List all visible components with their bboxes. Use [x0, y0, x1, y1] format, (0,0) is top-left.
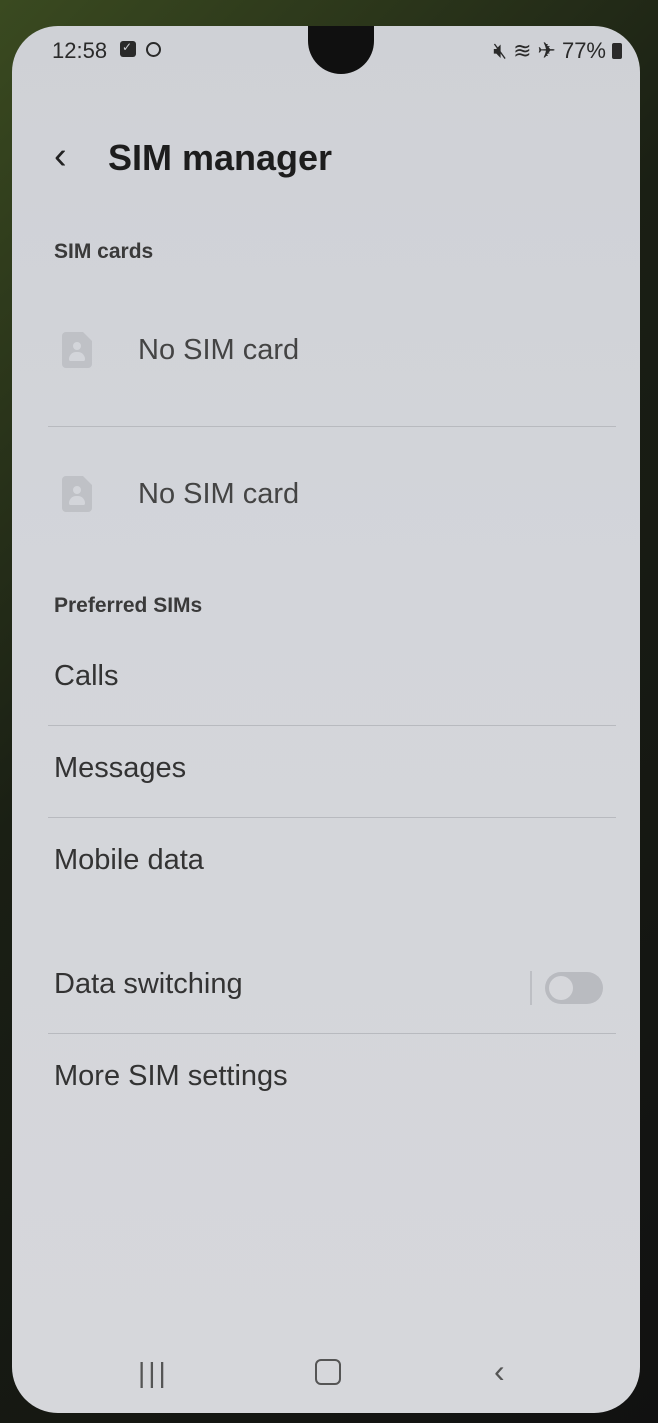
- more-sim-settings-item[interactable]: More SIM settings: [54, 1060, 288, 1093]
- data-switching-item[interactable]: Data switching: [54, 968, 243, 1001]
- divider: [48, 1033, 616, 1034]
- navigation-bar: ||| ‹: [12, 1333, 640, 1413]
- messages-item[interactable]: Messages: [54, 752, 186, 785]
- sim-card-row-1[interactable]: No SIM card: [12, 302, 640, 402]
- sim-card-icon: [62, 476, 92, 512]
- sim-card-icon: [62, 332, 92, 368]
- page-title: SIM manager: [108, 137, 333, 178]
- airplane-icon: ✈︎: [537, 38, 556, 63]
- status-left-icons: [120, 40, 161, 57]
- data-switching-toggle[interactable]: [545, 972, 603, 1004]
- calls-item[interactable]: Calls: [54, 660, 118, 693]
- header: ‹ SIM manager: [12, 136, 640, 196]
- status-bar: 12:58 🔇︎ ≋ ✈︎ 77%: [12, 38, 640, 68]
- divider: [48, 817, 616, 818]
- recent-apps-icon[interactable]: |||: [138, 1357, 169, 1389]
- phone-frame: 12:58 🔇︎ ≋ ✈︎ 77% ‹ SIM manager SIM card…: [0, 0, 658, 1423]
- screen: 12:58 🔇︎ ≋ ✈︎ 77% ‹ SIM manager SIM card…: [12, 26, 640, 1413]
- sim-card-label: No SIM card: [138, 478, 300, 510]
- chevron-left-icon[interactable]: ‹: [54, 136, 67, 176]
- sim-card-row-2[interactable]: No SIM card: [12, 446, 640, 546]
- battery-percent: 77%: [561, 38, 606, 63]
- mobile-data-item[interactable]: Mobile data: [54, 844, 204, 877]
- status-time: 12:58: [52, 38, 108, 63]
- status-right-icons: 🔇︎ ≋ ✈︎ 77%: [493, 38, 622, 64]
- mute-icon: 🔇︎: [493, 38, 508, 63]
- back-icon[interactable]: ‹: [494, 1353, 505, 1390]
- toggle-knob: [549, 976, 573, 1000]
- home-icon[interactable]: [315, 1359, 341, 1385]
- section-label-sim-cards: SIM cards: [54, 240, 154, 263]
- section-label-preferred-sims: Preferred SIMs: [54, 594, 203, 617]
- sim-card-label: No SIM card: [138, 334, 300, 366]
- checkbox-notification-icon: [120, 40, 136, 57]
- battery-icon: [612, 43, 622, 59]
- divider: [48, 426, 616, 427]
- toggle-separator: [530, 971, 532, 1005]
- divider: [48, 725, 616, 726]
- circle-notification-icon: [146, 42, 161, 57]
- wifi-icon: ≋: [513, 38, 532, 63]
